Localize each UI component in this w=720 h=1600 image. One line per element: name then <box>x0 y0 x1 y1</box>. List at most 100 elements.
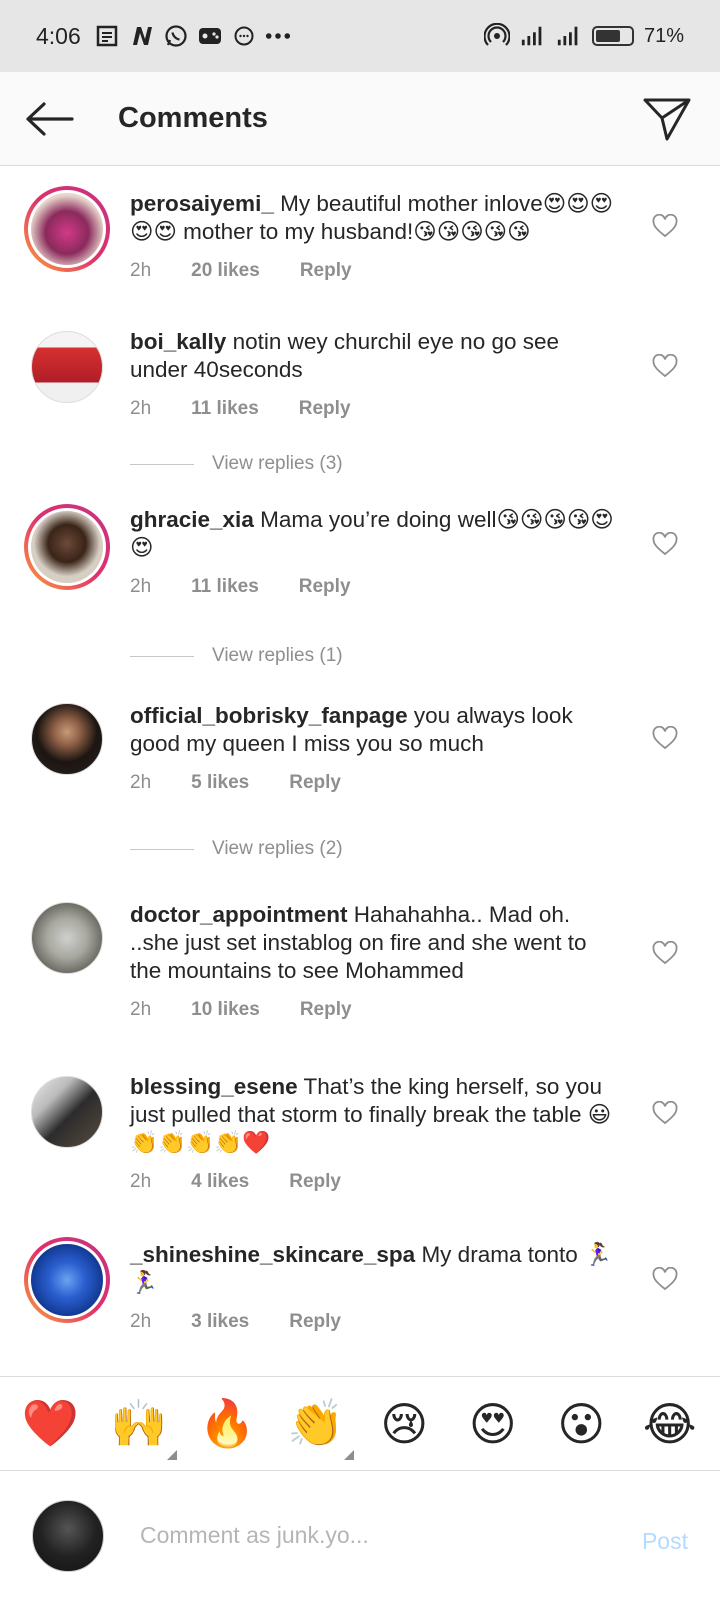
comment-likes[interactable]: 10 likes <box>191 999 260 1021</box>
reply-button[interactable]: Reply <box>289 772 341 794</box>
like-heart-icon[interactable] <box>652 214 678 238</box>
comment-time: 2h <box>130 999 152 1020</box>
like-heart-icon[interactable] <box>652 1267 678 1291</box>
view-replies-label: View replies (2) <box>212 838 343 859</box>
comment-meta: 2h 5 likes Reply <box>130 772 620 794</box>
avatar-doctor-appointment[interactable] <box>24 895 110 981</box>
emoji-heart-eyes-button[interactable]: 😍 <box>461 1392 525 1456</box>
comment-text: doctor_appointment Hahahahha.. Mad oh. .… <box>130 901 620 985</box>
comment-item: official_bobrisky_fanpage you always loo… <box>0 676 720 829</box>
comment-time: 2h <box>130 772 152 793</box>
avatar-official-bobrisky-fanpage[interactable] <box>24 696 110 782</box>
comment-text: official_bobrisky_fanpage you always loo… <box>130 702 620 758</box>
more-notifications-icon <box>265 23 291 49</box>
comment-item: blessing_esene That’s the king herself, … <box>0 1059 720 1225</box>
emoji-crying-button[interactable]: 😢 <box>372 1392 436 1456</box>
share-button[interactable] <box>642 94 692 144</box>
reply-button[interactable]: Reply <box>300 260 352 282</box>
comment-text: _shineshine_skincare_spa My drama tonto … <box>130 1241 620 1297</box>
hotspot-icon <box>483 23 510 49</box>
comment-text: boi_kally notin wey churchil eye no go s… <box>130 328 620 384</box>
whatsapp-notification-icon <box>163 23 189 49</box>
battery-level <box>595 30 621 42</box>
avatar-boi-kally[interactable] <box>24 324 110 410</box>
avatar-blessing-esene[interactable] <box>24 1069 110 1155</box>
comment-username[interactable]: _shineshine_skincare_spa <box>130 1242 415 1267</box>
comment-text: perosaiyemi_ My beautiful mother inlove😍… <box>130 190 620 246</box>
emoji-heart-button[interactable]: ❤️ <box>18 1392 82 1456</box>
emoji-clap-label: 👏 <box>287 1397 345 1449</box>
status-bar: 4:06 71% <box>0 0 720 72</box>
comment-item: boi_kally notin wey churchil eye no go s… <box>0 296 720 444</box>
comment-item: ghracie_xia Mama you’re doing well😘😘😘😘😍😍… <box>0 484 720 636</box>
netflix-notification-icon <box>129 23 155 49</box>
comment-likes[interactable]: 5 likes <box>191 772 249 794</box>
post-button[interactable]: Post <box>642 1528 688 1555</box>
comment-likes[interactable]: 3 likes <box>191 1311 249 1333</box>
view-replies-label: View replies (1) <box>212 645 343 666</box>
view-replies-button[interactable]: View replies (1) <box>0 636 720 676</box>
like-heart-icon[interactable] <box>652 726 678 750</box>
back-arrow-icon <box>26 101 74 136</box>
view-replies-button[interactable]: View replies (3) <box>0 444 720 484</box>
emoji-surprised-button[interactable]: 😮 <box>549 1392 613 1456</box>
comment-meta: 2h 11 likes Reply <box>130 398 620 420</box>
emoji-laughing-button[interactable]: 😂 <box>638 1392 702 1456</box>
comment-item: _shineshine_skincare_spa My drama tonto … <box>0 1225 720 1375</box>
comment-username[interactable]: doctor_appointment <box>130 902 348 927</box>
avatar-shineshine-skincare-spa[interactable] <box>24 1237 110 1323</box>
divider <box>130 655 194 657</box>
avatar-ghracie-xia[interactable] <box>24 504 110 590</box>
reply-button[interactable]: Reply <box>299 398 351 420</box>
avatar-perosaiyemi[interactable] <box>24 186 110 272</box>
comment-item: perosaiyemi_ My beautiful mother inlove😍… <box>0 166 720 296</box>
like-heart-icon[interactable] <box>652 532 678 556</box>
app-bar: Comments <box>0 72 720 166</box>
comment-username[interactable]: blessing_esene <box>130 1074 298 1099</box>
view-replies-label: View replies (3) <box>212 453 343 474</box>
like-heart-icon[interactable] <box>652 1101 678 1125</box>
notification-icons <box>95 23 291 49</box>
page-title: Comments <box>118 102 268 134</box>
comment-text: blessing_esene That’s the king herself, … <box>130 1073 620 1157</box>
comment-likes[interactable]: 20 likes <box>191 260 260 282</box>
emoji-fire-button[interactable]: 🔥 <box>195 1392 259 1456</box>
send-icon <box>643 98 691 141</box>
emoji-raised-hands-button[interactable]: 🙌 <box>107 1392 177 1460</box>
comment-username[interactable]: ghracie_xia <box>130 507 254 532</box>
reply-button[interactable]: Reply <box>289 1311 341 1333</box>
comment-username[interactable]: boi_kally <box>130 329 226 354</box>
comment-time: 2h <box>130 398 152 419</box>
comment-composer: Post <box>0 1470 720 1600</box>
comment-username[interactable]: official_bobrisky_fanpage <box>130 703 408 728</box>
reply-button[interactable]: Reply <box>289 1171 341 1193</box>
skin-tone-indicator <box>343 1449 354 1460</box>
comment-likes[interactable]: 11 likes <box>191 398 259 420</box>
comment-meta: 2h 10 likes Reply <box>130 999 620 1021</box>
battery-percent: 71% <box>643 24 684 47</box>
battery-icon <box>591 26 634 46</box>
reply-button[interactable]: Reply <box>299 576 351 598</box>
like-heart-icon[interactable] <box>652 941 678 965</box>
comments-list: perosaiyemi_ My beautiful mother inlove😍… <box>0 166 720 1375</box>
signal-4g-icon <box>520 23 546 49</box>
news-notification-icon <box>95 23 121 49</box>
reply-button[interactable]: Reply <box>300 999 352 1021</box>
view-replies-button[interactable]: View replies (2) <box>0 829 720 869</box>
comment-meta: 2h 20 likes Reply <box>130 260 620 282</box>
comment-likes[interactable]: 4 likes <box>191 1171 249 1193</box>
comment-likes[interactable]: 11 likes <box>191 576 259 598</box>
divider <box>130 463 194 465</box>
emoji-raised-hands-label: 🙌 <box>110 1397 168 1449</box>
game-notification-icon <box>197 23 223 49</box>
emoji-clap-button[interactable]: 👏 <box>284 1392 354 1460</box>
system-icons: 71% <box>483 23 684 49</box>
like-heart-icon[interactable] <box>652 354 678 378</box>
comment-input[interactable] <box>140 1522 580 1549</box>
back-button[interactable] <box>0 72 100 166</box>
chat-notification-icon <box>231 23 257 49</box>
signal-icon <box>556 23 582 49</box>
comment-text: ghracie_xia Mama you’re doing well😘😘😘😘😍😍 <box>130 506 620 562</box>
skin-tone-indicator <box>166 1449 177 1460</box>
comment-username[interactable]: perosaiyemi_ <box>130 191 274 216</box>
